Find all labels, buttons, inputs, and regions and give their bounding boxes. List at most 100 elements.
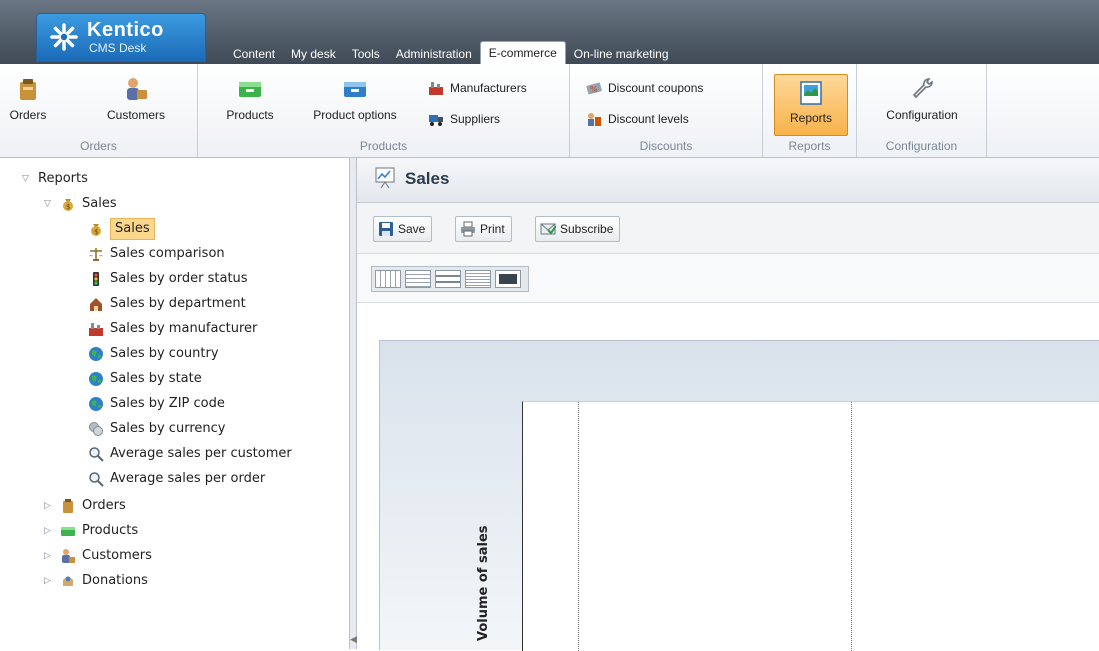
tab-on-line-marketing[interactable]: On-line marketing [566, 44, 677, 64]
product-options-label: Product options [313, 108, 397, 122]
discounts-group-title: Discounts [639, 139, 693, 153]
pane-splitter[interactable]: ◀ [349, 158, 357, 649]
expand-icon[interactable]: ▷ [44, 571, 54, 591]
chart-y-axis-label: Volume of sales [476, 525, 491, 641]
discount-coupons-button[interactable]: % Discount coupons [586, 80, 703, 96]
tree-node-sales-folder[interactable]: ▽ $ Sales [44, 194, 117, 214]
view-table-icon[interactable] [375, 270, 401, 288]
orders-label: Orders [9, 108, 47, 122]
collapse-icon[interactable]: ▽ [44, 194, 54, 214]
chart-plot-area [522, 401, 1099, 651]
products-group-title: Products [359, 139, 408, 153]
tab-administration[interactable]: Administration [388, 44, 480, 64]
tree-node-reports[interactable]: ▽ Reports [22, 169, 88, 189]
view-rows-icon[interactable] [435, 270, 461, 288]
orders-icon [63, 499, 73, 513]
tree-node-sales-by-department[interactable]: Sales by department [88, 294, 246, 314]
collapse-pane-icon[interactable]: ◀ [350, 634, 357, 645]
product-name: CMS Desk [89, 41, 147, 55]
print-button[interactable]: Print [455, 216, 512, 242]
tree-node-label: Donations [82, 573, 148, 588]
magnifier-icon [89, 472, 104, 487]
expand-icon[interactable]: ▷ [44, 546, 54, 566]
report-toolbar: Save Print Subscribe [357, 203, 1099, 254]
traffic-light-icon [93, 272, 99, 286]
tree-node-products[interactable]: ▷ Products [44, 521, 138, 541]
tree-node-donations[interactable]: ▷ Donations [44, 571, 148, 591]
scales-icon [89, 248, 103, 261]
tree-node-label: Sales by currency [110, 421, 226, 436]
view-mode-bar [357, 254, 1099, 303]
products-label: Products [226, 108, 274, 122]
subscribe-button[interactable]: Subscribe [535, 216, 621, 242]
tree-node-customers[interactable]: ▷ Customers [44, 546, 152, 566]
kentico-logo[interactable]: Kentico CMS Desk [36, 13, 206, 62]
main-tabs: Content My desk Tools Administration E-c… [225, 41, 677, 64]
tree-node-sales-by-currency[interactable]: Sales by currency [88, 419, 225, 439]
tree-node-average-sales-per-order[interactable]: Average sales per order [88, 469, 265, 489]
tree-node-label: Orders [82, 498, 126, 513]
reports-label: Reports [789, 111, 833, 125]
money-bag-icon: $ [91, 224, 101, 236]
tree-node-sales-by-order-status[interactable]: Sales by order status [88, 269, 248, 289]
orders-button[interactable]: Orders [8, 76, 48, 122]
customers-icon [127, 78, 147, 100]
expand-icon[interactable]: ▷ [44, 521, 54, 541]
tree-node-label: Sales [110, 218, 155, 240]
view-mode-group [371, 266, 529, 292]
donations-icon [63, 576, 73, 586]
save-icon [379, 222, 393, 236]
orders-icon [20, 79, 36, 100]
discount-levels-button[interactable]: Discount levels [586, 111, 689, 127]
collapse-icon[interactable]: ▽ [22, 169, 32, 189]
view-list-icon[interactable] [405, 270, 431, 288]
chart-gridline [851, 402, 852, 651]
tree-node-label: Sales by department [110, 296, 246, 311]
tab-e-commerce[interactable]: E-commerce [479, 41, 566, 64]
reports-group-title: Reports [788, 139, 831, 153]
tab-my-desk[interactable]: My desk [283, 44, 344, 64]
print-label: Print [480, 222, 505, 236]
expand-icon[interactable]: ▷ [44, 496, 54, 516]
tree-node-sales-by-zip-code[interactable]: Sales by ZIP code [88, 394, 225, 414]
customers-icon [62, 549, 75, 563]
tree-node-sales-by-state[interactable]: Sales by state [88, 369, 202, 389]
product-options-button[interactable]: Product options [300, 76, 410, 122]
tab-tools[interactable]: Tools [344, 44, 388, 64]
tree-node-sales-by-country[interactable]: Sales by country [88, 344, 219, 364]
globe-icon [89, 372, 103, 386]
svg-text:%: % [590, 85, 598, 94]
kentico-logo-icon [50, 23, 78, 51]
suppliers-button[interactable]: Suppliers [428, 111, 500, 127]
configuration-group-title: Configuration [885, 139, 958, 153]
products-icon [61, 527, 75, 536]
customers-button[interactable]: Customers [96, 76, 176, 122]
manufacturers-button[interactable]: Manufacturers [428, 80, 527, 96]
tab-content[interactable]: Content [225, 44, 283, 64]
subscribe-label: Subscribe [560, 222, 614, 236]
products-button[interactable]: Products [218, 76, 282, 122]
discount-levels-icon [588, 113, 601, 126]
tree-node-orders[interactable]: ▷ Orders [44, 496, 126, 516]
ribbon-group-discounts: % Discount coupons Discount levels Disco… [570, 64, 763, 157]
tree-node-sales-by-manufacturer[interactable]: Sales by manufacturer [88, 319, 257, 339]
department-icon [90, 298, 102, 311]
orders-group-title: Orders [80, 139, 117, 153]
reports-icon [800, 81, 822, 105]
chart-gridline [578, 402, 579, 651]
money-bag-icon: $ [63, 199, 73, 211]
tree-node-sales-comparison[interactable]: Sales comparison [88, 244, 225, 264]
tree-node-sales-report[interactable]: $ Sales [88, 218, 155, 240]
customers-label: Customers [106, 108, 165, 122]
tree-node-average-sales-per-customer[interactable]: Average sales per customer [88, 444, 292, 464]
top-bar: Kentico CMS Desk Content My desk Tools A… [0, 0, 1099, 64]
view-lines-icon[interactable] [465, 270, 491, 288]
view-chart-icon[interactable] [495, 270, 521, 288]
ribbon-group-configuration: Configuration Configuration [857, 64, 987, 157]
configuration-button[interactable]: Configuration [875, 76, 969, 122]
reports-button[interactable]: Reports [774, 74, 848, 136]
save-button[interactable]: Save [373, 216, 433, 242]
tree-node-label: Reports [38, 171, 88, 186]
tree-node-label: Sales by order status [110, 271, 248, 286]
print-icon [461, 221, 475, 237]
